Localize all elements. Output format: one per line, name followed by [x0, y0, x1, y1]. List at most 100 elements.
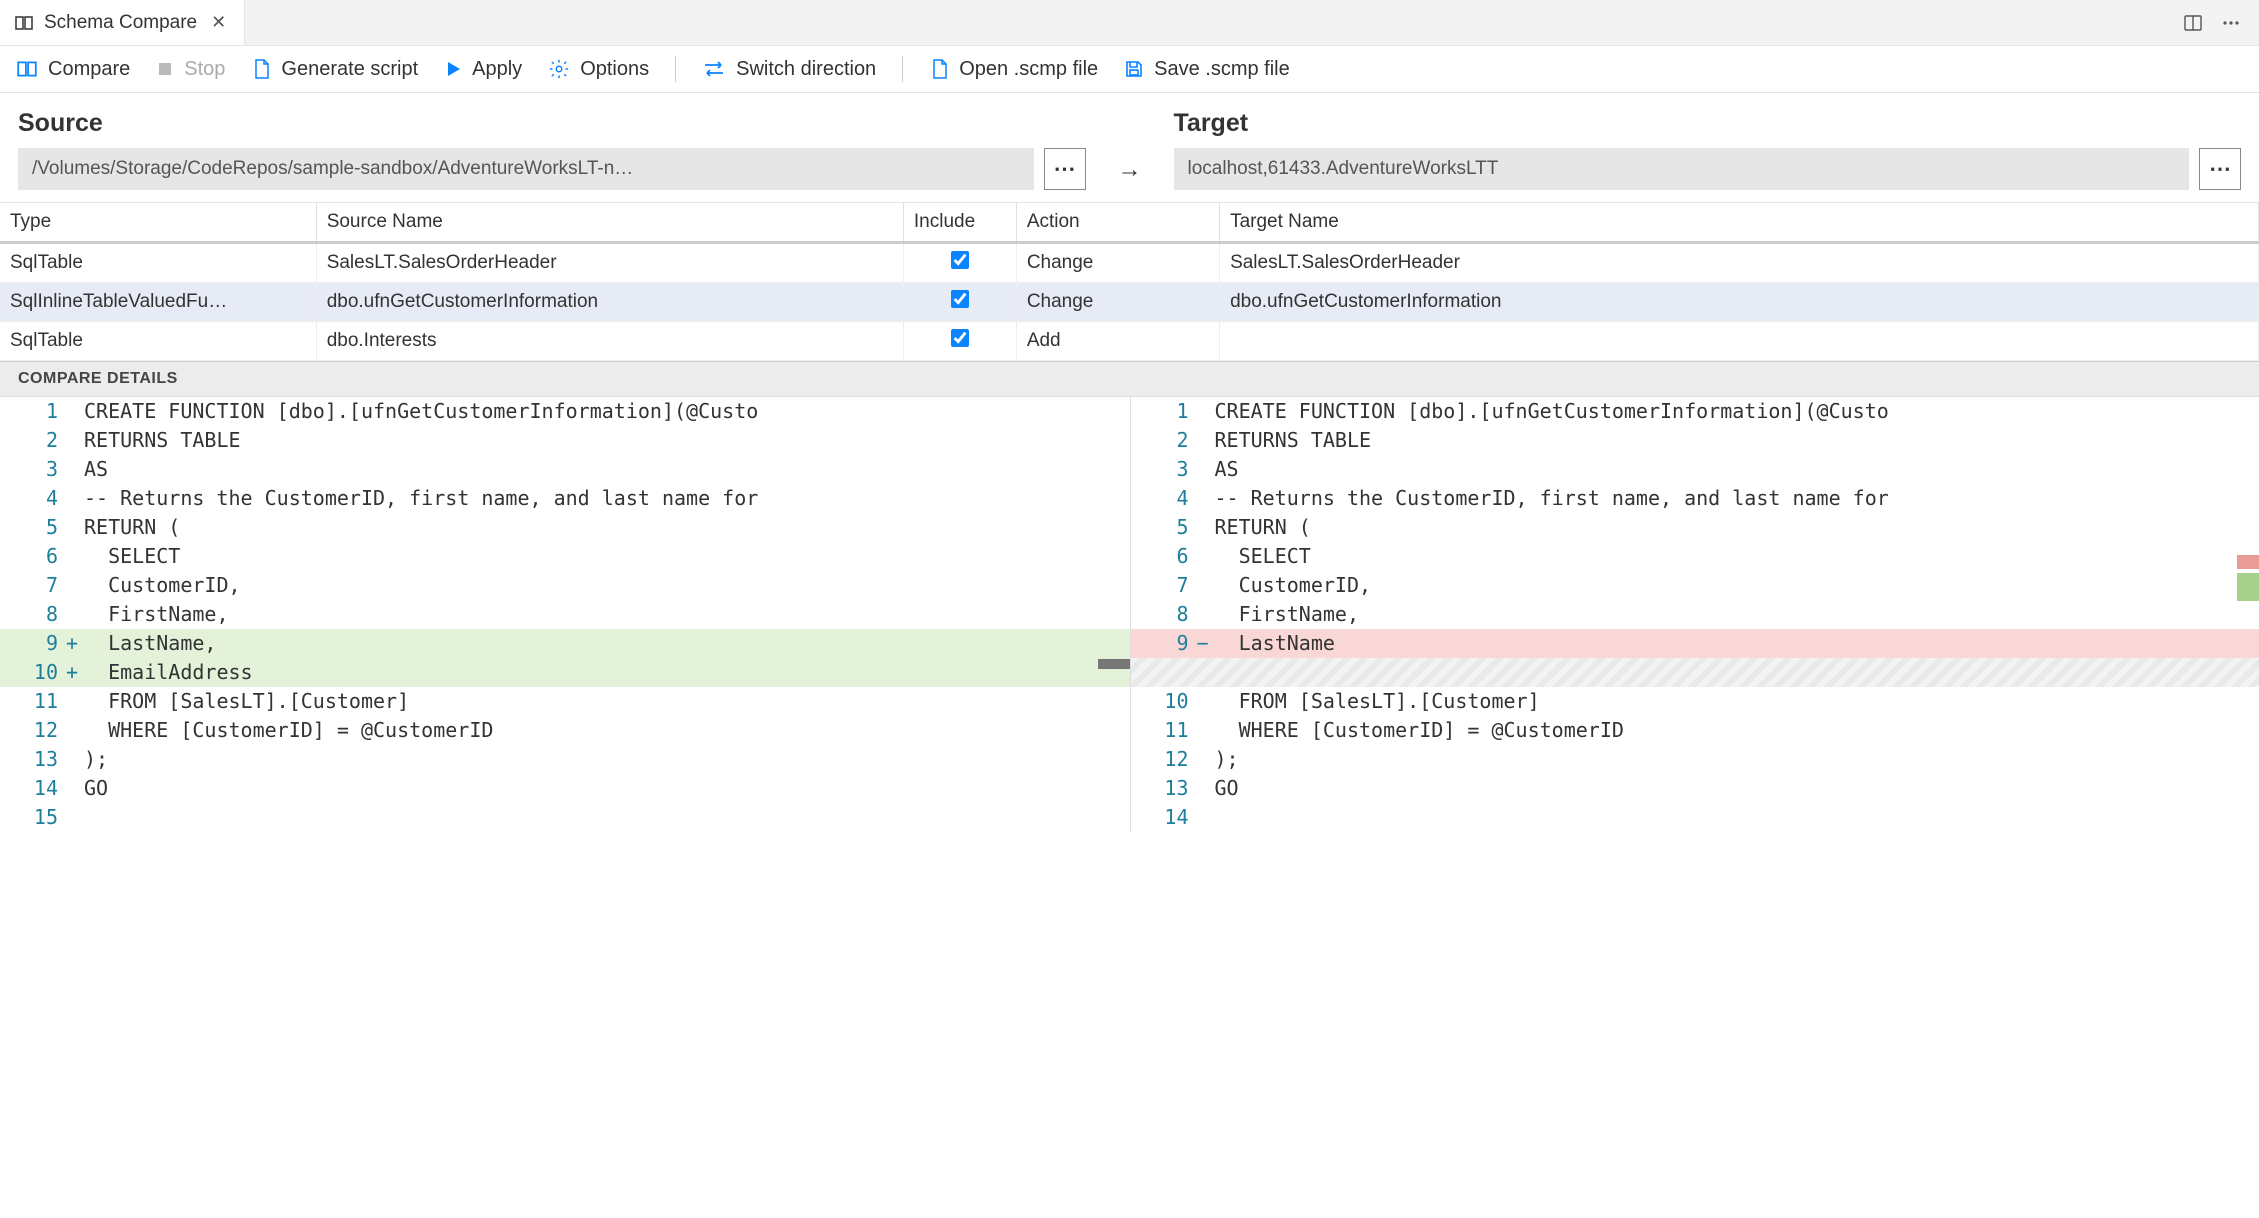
- active-tab[interactable]: Schema Compare ✕: [0, 0, 245, 45]
- diff-sign: +: [66, 629, 80, 658]
- cell-action: Add: [1016, 322, 1219, 361]
- diff-line: 13);: [0, 745, 1130, 774]
- col-action-header[interactable]: Action: [1016, 203, 1219, 243]
- diff-sign: [1197, 513, 1211, 542]
- diff-sign: [1197, 600, 1211, 629]
- diff-line: 14: [1131, 803, 2259, 832]
- col-type-header[interactable]: Type: [0, 203, 316, 243]
- apply-label: Apply: [472, 58, 522, 81]
- more-actions-icon[interactable]: [2221, 13, 2241, 33]
- target-path-input[interactable]: [1174, 148, 2190, 190]
- code-text: CREATE FUNCTION [dbo].[ufnGetCustomerInf…: [80, 397, 1130, 426]
- code-text: CustomerID,: [1211, 571, 2259, 600]
- diff-line: 7 CustomerID,: [0, 571, 1130, 600]
- include-checkbox[interactable]: [951, 251, 969, 269]
- close-tab-icon[interactable]: ✕: [207, 12, 230, 33]
- diff-line: 2RETURNS TABLE: [1131, 426, 2259, 455]
- diff-line: 12 WHERE [CustomerID] = @CustomerID: [0, 716, 1130, 745]
- cell-source-name: dbo.ufnGetCustomerInformation: [316, 283, 903, 322]
- cell-source-name: SalesLT.SalesOrderHeader: [316, 243, 903, 283]
- code-text: AS: [80, 455, 1130, 484]
- target-browse-button[interactable]: ⋯: [2199, 148, 2241, 190]
- cell-target-name: SalesLT.SalesOrderHeader: [1220, 243, 2259, 283]
- diff-right-pane[interactable]: 1 CREATE FUNCTION [dbo].[ufnGetCustomerIn…: [1130, 397, 2259, 832]
- generate-script-button[interactable]: Generate script: [251, 58, 418, 81]
- line-number: 6: [0, 542, 66, 571]
- line-number: 7: [0, 571, 66, 600]
- minimap[interactable]: [2237, 397, 2259, 832]
- source-heading: Source: [18, 109, 1086, 138]
- diff-sign: [1197, 803, 1211, 832]
- code-text: GO: [1211, 774, 2259, 803]
- tab-title: Schema Compare: [44, 12, 197, 34]
- left-pane-split-handle[interactable]: [1098, 659, 1130, 669]
- table-row[interactable]: SqlInlineTableValuedFu…dbo.ufnGetCustome…: [0, 283, 2259, 322]
- diff-line: 7 CustomerID,: [1131, 571, 2259, 600]
- options-label: Options: [580, 58, 649, 81]
- code-text: AS: [1211, 455, 2259, 484]
- col-target-name-header[interactable]: Target Name: [1220, 203, 2259, 243]
- line-number: 15: [0, 803, 66, 832]
- code-text: RETURNS TABLE: [80, 426, 1130, 455]
- code-text: [80, 803, 1130, 832]
- switch-icon: [702, 59, 726, 79]
- line-number: 7: [1131, 571, 1197, 600]
- line-number: 11: [1131, 716, 1197, 745]
- line-number: 1: [1131, 397, 1197, 426]
- source-browse-button[interactable]: ⋯: [1044, 148, 1086, 190]
- save-label: Save .scmp file: [1154, 58, 1290, 81]
- table-row[interactable]: SqlTabledbo.Interests Add: [0, 322, 2259, 361]
- diff-sign: [1197, 745, 1211, 774]
- diff-left-pane[interactable]: 1CREATE FUNCTION [dbo].[ufnGetCustomerIn…: [0, 397, 1130, 832]
- save-scmp-button[interactable]: Save .scmp file: [1124, 58, 1290, 81]
- diff-line: 6 SELECT: [1131, 542, 2259, 571]
- code-text: CREATE FUNCTION [dbo].[ufnGetCustomerInf…: [1211, 397, 2259, 426]
- diff-line: 2 RETURNS TABLE: [0, 426, 1130, 455]
- table-row[interactable]: SqlTableSalesLT.SalesOrderHeaderChangeSa…: [0, 243, 2259, 283]
- cell-action: Change: [1016, 283, 1219, 322]
- line-number: 5: [1131, 513, 1197, 542]
- code-text: WHERE [CustomerID] = @CustomerID: [80, 716, 1130, 745]
- diff-line: 10 FROM [SalesLT].[Customer]: [1131, 687, 2259, 716]
- diff-line: 1CREATE FUNCTION [dbo].[ufnGetCustomerIn…: [0, 397, 1130, 426]
- compare-button[interactable]: Compare: [16, 58, 130, 81]
- apply-button[interactable]: Apply: [444, 58, 522, 81]
- include-checkbox[interactable]: [951, 290, 969, 308]
- split-editor-icon[interactable]: [2183, 13, 2203, 33]
- cell-source-name: dbo.Interests: [316, 322, 903, 361]
- diff-view: 1CREATE FUNCTION [dbo].[ufnGetCustomerIn…: [0, 397, 2259, 832]
- diff-sign: [1197, 716, 1211, 745]
- line-number: 11: [0, 687, 66, 716]
- diff-sign: −: [1197, 629, 1211, 658]
- options-button[interactable]: Options: [548, 58, 649, 81]
- diff-sign: [1197, 426, 1211, 455]
- open-label: Open .scmp file: [959, 58, 1098, 81]
- diff-sign: [66, 513, 80, 542]
- direction-arrow-icon: →: [1100, 109, 1160, 190]
- compare-icon: [16, 58, 38, 80]
- col-include-header[interactable]: Include: [903, 203, 1016, 243]
- diff-sign: [1197, 397, 1211, 426]
- open-file-icon: [929, 58, 949, 80]
- source-path-input[interactable]: [18, 148, 1034, 190]
- open-scmp-button[interactable]: Open .scmp file: [929, 58, 1098, 81]
- code-text: LastName: [1211, 629, 2259, 658]
- code-text: EmailAddress: [80, 658, 1130, 687]
- switch-label: Switch direction: [736, 58, 876, 81]
- line-number: 2: [0, 426, 66, 455]
- cell-type: SqlTable: [0, 322, 316, 361]
- code-text: FROM [SalesLT].[Customer]: [1211, 687, 2259, 716]
- switch-direction-button[interactable]: Switch direction: [702, 58, 876, 81]
- code-text: GO: [80, 774, 1130, 803]
- diff-sign: [66, 774, 80, 803]
- line-number: 10: [0, 658, 66, 687]
- diff-sign: [1197, 658, 1211, 687]
- target-side: Target ⋯: [1174, 109, 2242, 190]
- code-text: [1211, 658, 2259, 687]
- toolbar-separator-2: [902, 56, 903, 82]
- include-checkbox[interactable]: [951, 329, 969, 347]
- diff-line: 5RETURN (: [0, 513, 1130, 542]
- code-text: RETURN (: [80, 513, 1130, 542]
- diff-sign: [66, 426, 80, 455]
- col-source-name-header[interactable]: Source Name: [316, 203, 903, 243]
